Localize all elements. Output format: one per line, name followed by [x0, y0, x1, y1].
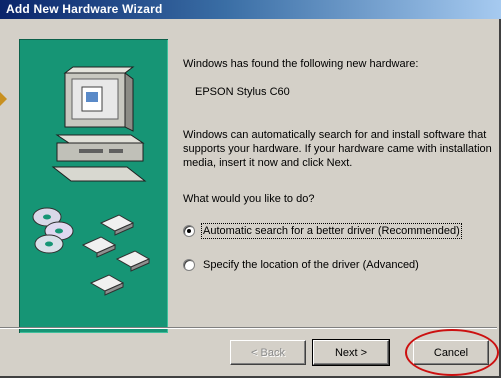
pointer-arrow-icon: [0, 92, 7, 106]
question-text: What would you like to do?: [183, 193, 315, 205]
cancel-button[interactable]: Cancel: [413, 340, 489, 365]
radio-selected-icon[interactable]: [183, 225, 195, 237]
option-automatic-search[interactable]: Automatic search for a better driver (Re…: [183, 223, 462, 239]
computer-with-discs-icon: [32, 66, 151, 296]
screenshot-stage: Add New Hardware Wizard Windows has foun…: [0, 0, 501, 380]
title-bar[interactable]: Add New Hardware Wizard: [0, 0, 501, 19]
window-title: Add New Hardware Wizard: [6, 2, 163, 16]
radio-unselected-icon[interactable]: [183, 259, 195, 271]
wizard-illustration-panel: [19, 39, 168, 333]
next-button[interactable]: Next >: [312, 339, 390, 366]
device-name: EPSON Stylus C60: [195, 86, 290, 98]
explanation-text: Windows can automatically search for and…: [183, 129, 492, 169]
found-hardware-text: Windows has found the following new hard…: [183, 58, 419, 70]
option-specify-label[interactable]: Specify the location of the driver (Adva…: [203, 259, 419, 271]
back-button[interactable]: < Back: [230, 340, 306, 365]
wizard-window: Add New Hardware Wizard Windows has foun…: [0, 0, 501, 378]
option-automatic-label[interactable]: Automatic search for a better driver (Re…: [201, 223, 462, 239]
button-separator: [0, 327, 497, 329]
option-specify-location[interactable]: Specify the location of the driver (Adva…: [183, 257, 419, 273]
